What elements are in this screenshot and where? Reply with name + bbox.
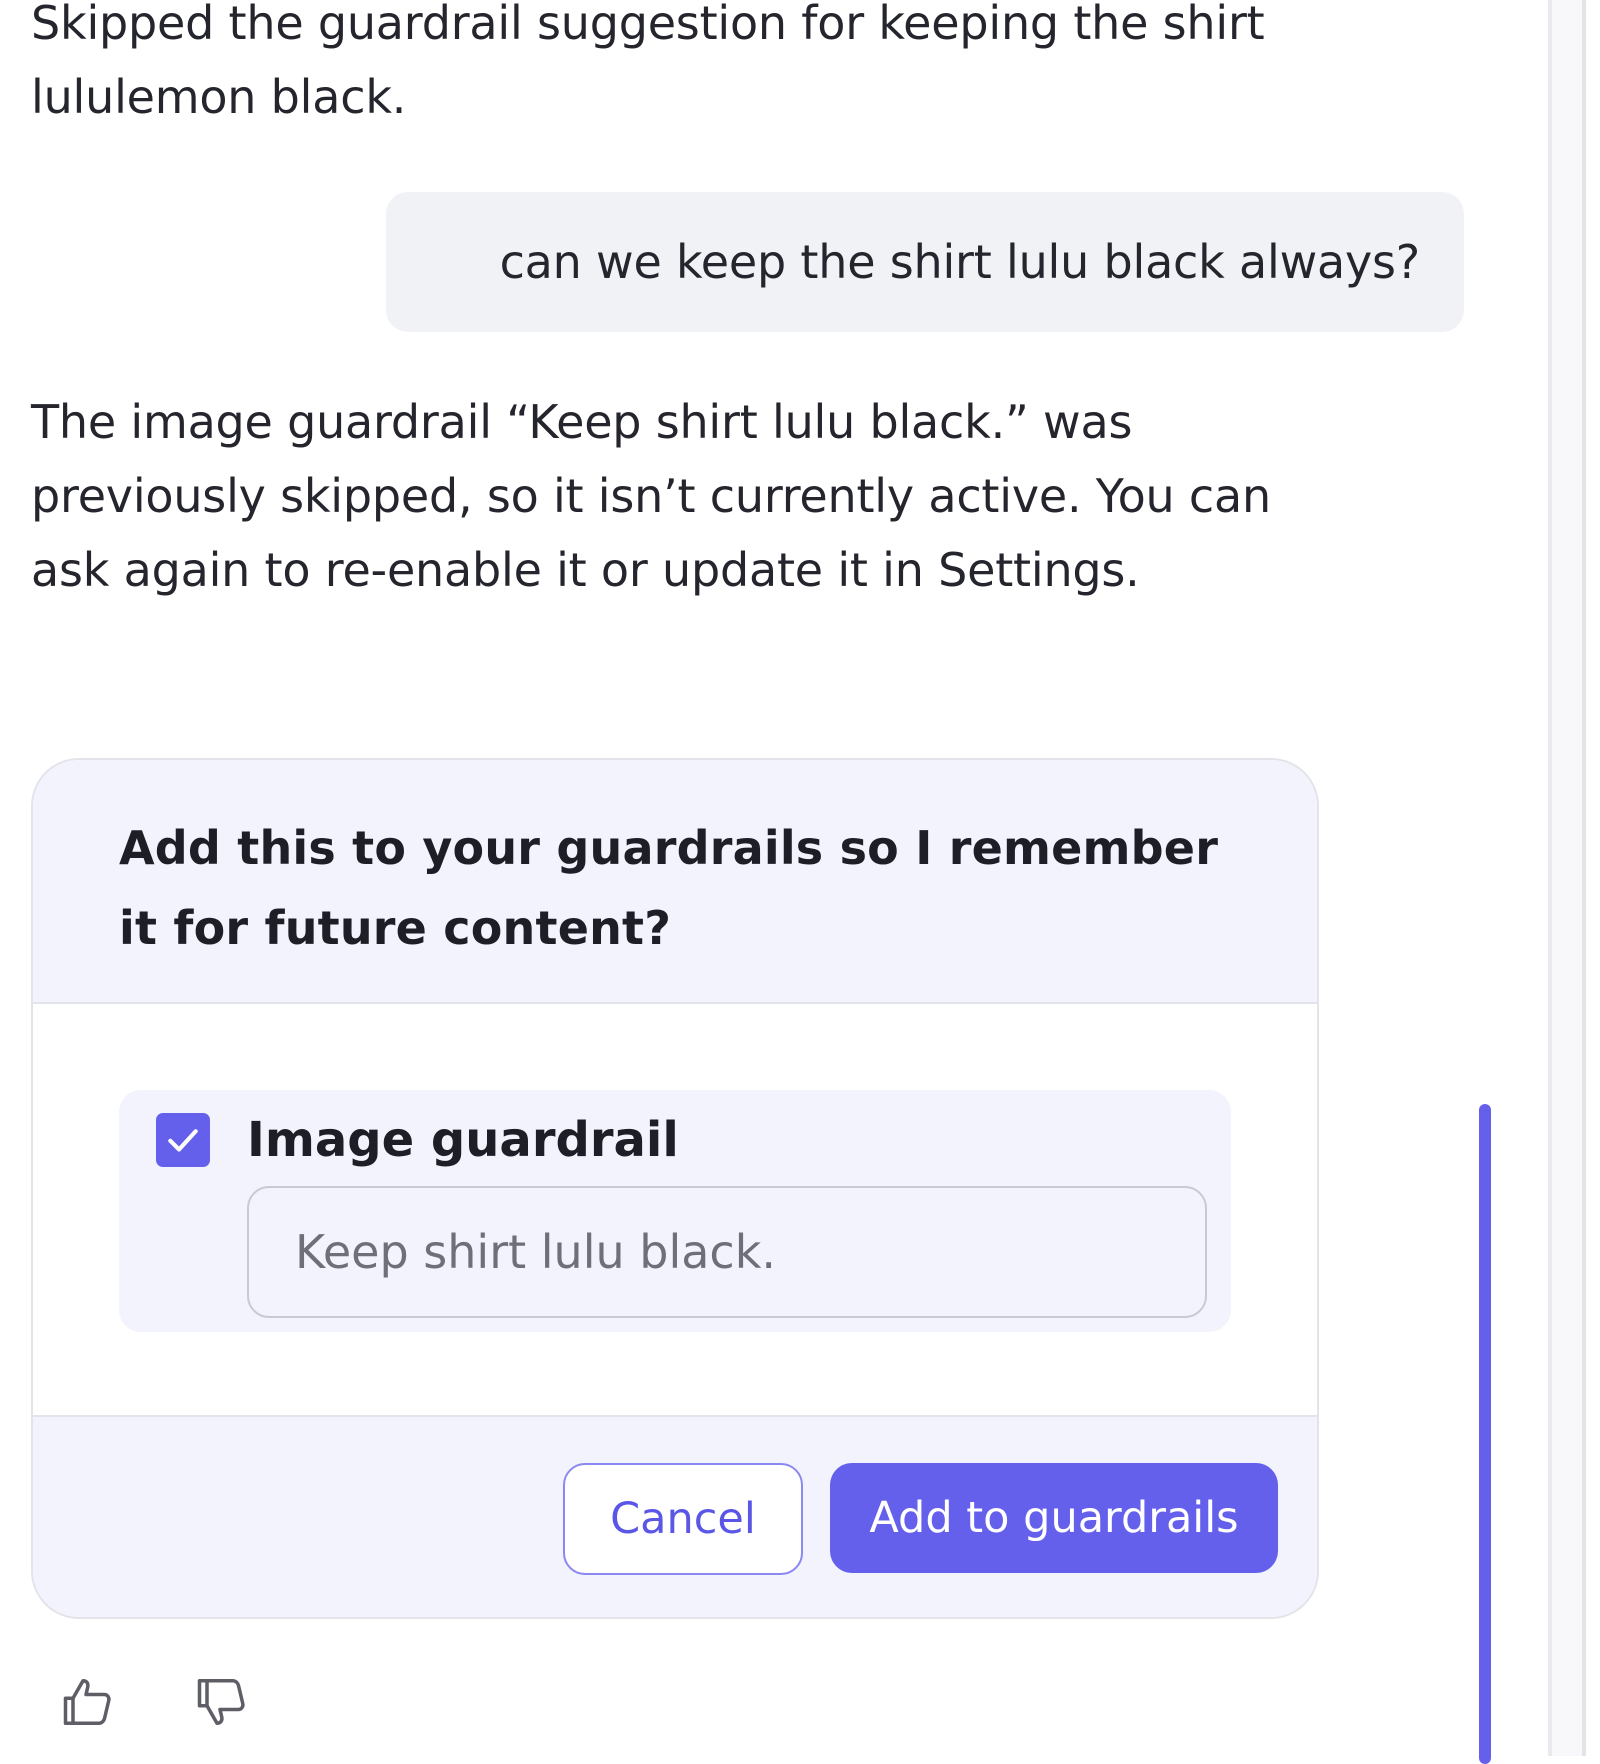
guardrail-option: Image guardrail [119, 1090, 1231, 1332]
card-header: Add this to your guardrails so I remembe… [33, 760, 1317, 1004]
card-footer: Cancel Add to guardrails [33, 1415, 1317, 1617]
image-guardrail-checkbox[interactable] [156, 1113, 210, 1167]
image-guardrail-label: Image guardrail [247, 1112, 679, 1168]
assistant-message-reply: The image guardrail “Keep shirt lulu bla… [31, 395, 1271, 597]
assistant-message-previous: Skipped the guardrail suggestion for kee… [31, 0, 1265, 124]
thumbs-up-icon[interactable] [58, 1672, 118, 1732]
check-icon [168, 1129, 198, 1152]
right-rail [1552, 0, 1582, 1756]
user-message-bubble: can we keep the shirt lulu black always? [386, 192, 1464, 332]
thumbs-down-icon[interactable] [192, 1672, 252, 1732]
card-question: Add this to your guardrails so I remembe… [119, 821, 1219, 955]
user-message-text: can we keep the shirt lulu black always? [499, 235, 1421, 289]
chat-panel: Skipped the guardrail suggestion for kee… [0, 0, 1548, 1764]
image-guardrail-input[interactable] [247, 1186, 1207, 1318]
page-edge [1586, 0, 1600, 1756]
add-to-guardrails-button[interactable]: Add to guardrails [830, 1463, 1278, 1573]
guardrail-suggestion-card: Add this to your guardrails so I remembe… [31, 758, 1319, 1619]
chat-scroll-indicator[interactable] [1479, 1104, 1491, 1764]
cancel-button[interactable]: Cancel [563, 1463, 803, 1575]
